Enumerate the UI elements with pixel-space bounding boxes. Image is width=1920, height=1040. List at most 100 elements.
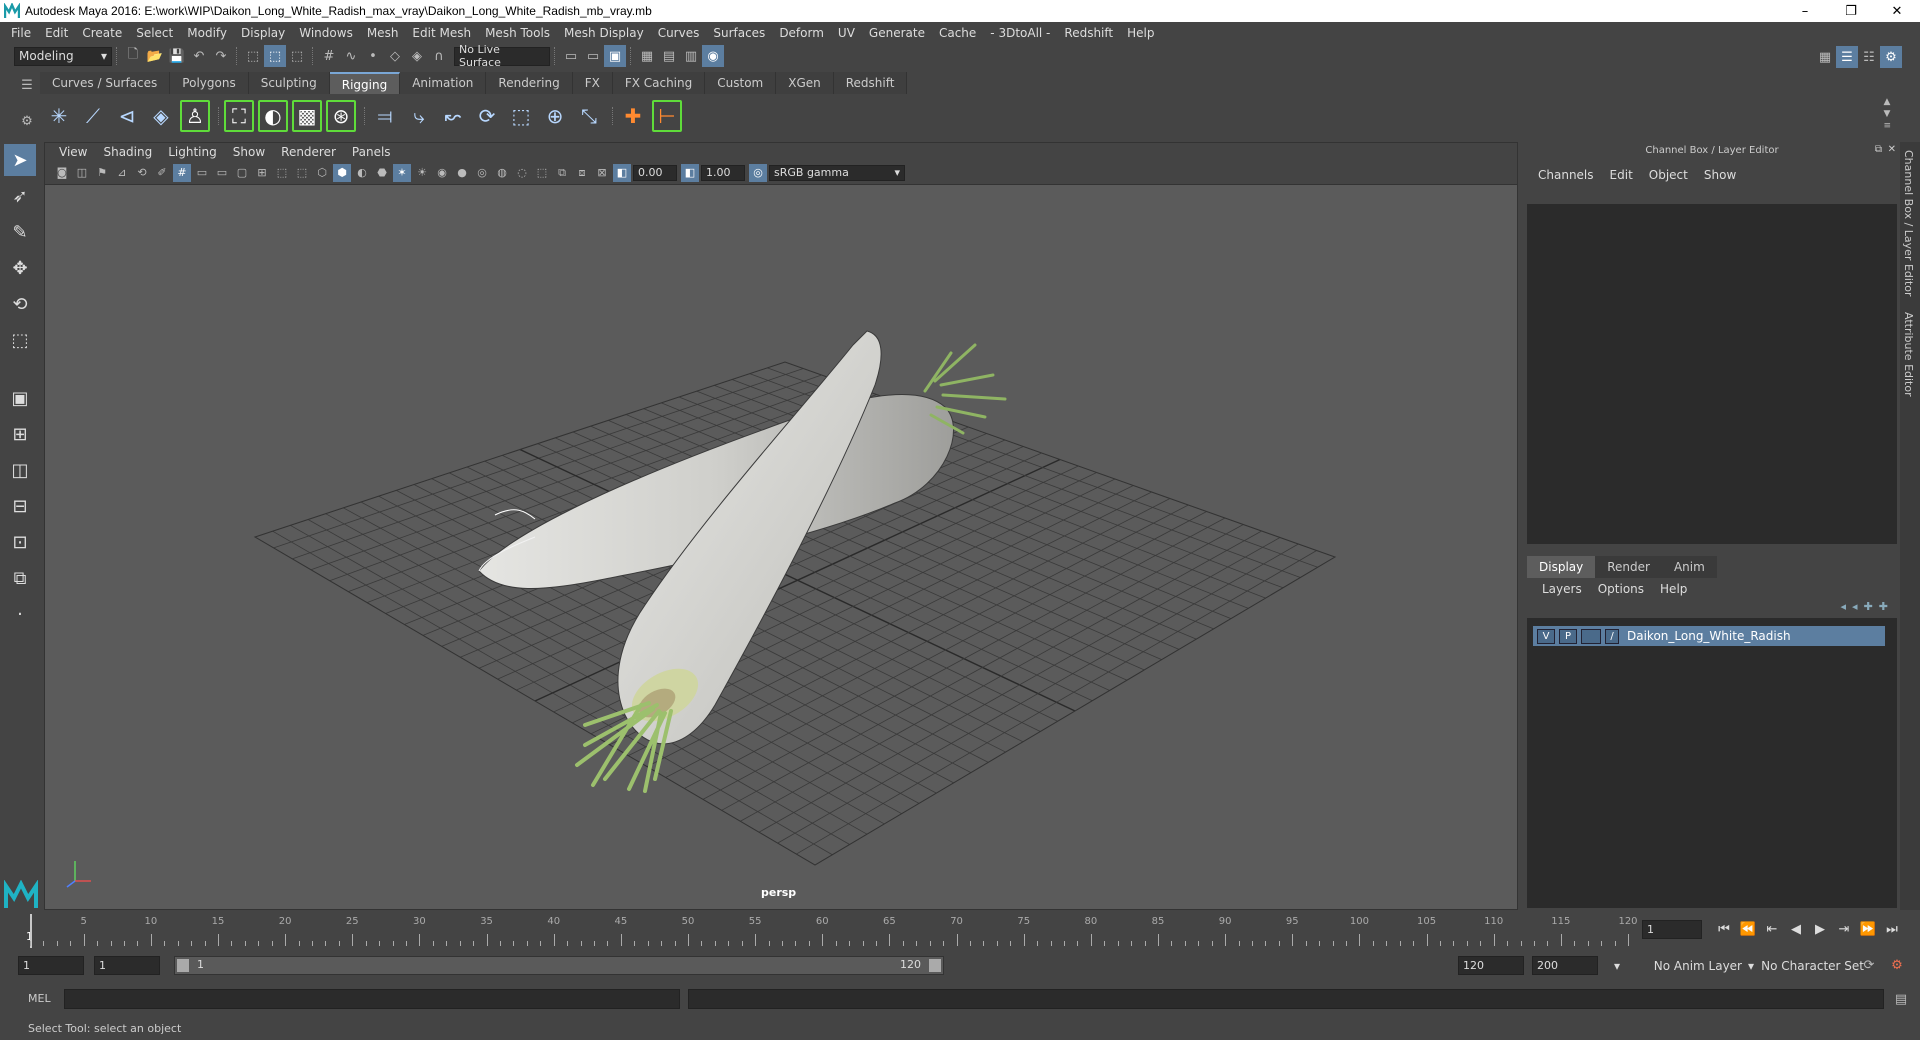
depth-of-field-icon[interactable]: ◌: [513, 164, 531, 182]
bind-skin-icon[interactable]: ⛶: [224, 100, 254, 132]
render-settings-icon[interactable]: ◉: [702, 45, 724, 67]
script-editor-icon[interactable]: ▤: [1890, 988, 1912, 1010]
save-scene-icon[interactable]: 💾: [166, 45, 188, 67]
shelf-menu-icon[interactable]: ☰: [16, 74, 38, 96]
locator-icon[interactable]: ⊕: [540, 100, 570, 132]
channel-box-menu-edit[interactable]: Edit: [1602, 168, 1641, 182]
channel-box-toggle-icon[interactable]: ☰: [1836, 46, 1858, 68]
close-button[interactable]: ✕: [1874, 0, 1920, 22]
move-layer-up-icon[interactable]: ◂: [1841, 600, 1847, 613]
snap-view-icon[interactable]: ◇: [384, 45, 406, 67]
minimize-button[interactable]: –: [1782, 0, 1828, 22]
current-frame-field[interactable]: 1: [1642, 919, 1702, 939]
shelf-tab-fx[interactable]: FX: [572, 72, 613, 94]
layer-tab-display[interactable]: Display: [1527, 556, 1596, 578]
attribute-editor-side-tab[interactable]: Attribute Editor: [1902, 312, 1915, 397]
viewport-menu-renderer[interactable]: Renderer: [273, 145, 344, 159]
human-ik-icon[interactable]: ♙: [180, 100, 210, 132]
input-ops-icon[interactable]: ▭: [560, 45, 582, 67]
redo-icon[interactable]: ↷: [210, 45, 232, 67]
select-component-icon[interactable]: ⬚: [286, 45, 308, 67]
ik-handle-icon[interactable]: ⟋: [78, 100, 108, 132]
resolution-gate-icon[interactable]: ▭: [213, 164, 231, 182]
gamma-icon[interactable]: ◧: [681, 163, 699, 182]
smooth-shade-icon[interactable]: ⬢: [333, 163, 351, 182]
single-layout-icon[interactable]: ▣: [4, 382, 36, 414]
shelf-tab-rendering[interactable]: Rendering: [486, 72, 573, 94]
shelf-scroll[interactable]: ▲ ▼ ≡: [1883, 96, 1891, 132]
layer-visibility-toggle[interactable]: V: [1537, 628, 1555, 644]
layout-icon[interactable]: ▦: [1814, 46, 1836, 68]
layer-menu-layers[interactable]: Layers: [1534, 582, 1590, 596]
undo-icon[interactable]: ↶: [188, 45, 210, 67]
viewport-menu-panels[interactable]: Panels: [344, 145, 399, 159]
scene-end-field[interactable]: 200: [1532, 956, 1598, 975]
step-forward-frame-icon[interactable]: ⇥: [1832, 918, 1856, 940]
layer-row[interactable]: V P / Daikon_Long_White_Radish: [1533, 626, 1885, 646]
shelf-tab-fx-caching[interactable]: FX Caching: [612, 72, 706, 94]
menu-mesh-display[interactable]: Mesh Display: [557, 26, 651, 40]
color-management-icon[interactable]: ◎: [749, 163, 767, 182]
image-plane-icon[interactable]: ⊿: [113, 164, 131, 182]
blend-shape-icon[interactable]: ⫤: [370, 100, 400, 132]
step-back-frame-icon[interactable]: ⇤: [1760, 918, 1784, 940]
hypershade-layout-icon[interactable]: ⧉: [4, 562, 36, 594]
menu-modify[interactable]: Modify: [180, 26, 234, 40]
cluster-icon[interactable]: ⊛: [326, 100, 356, 132]
menu-windows[interactable]: Windows: [292, 26, 360, 40]
viewport-menu-lighting[interactable]: Lighting: [160, 145, 225, 159]
channel-box-menu-show[interactable]: Show: [1696, 168, 1744, 182]
wire-icon[interactable]: ↜: [438, 100, 468, 132]
move-layer-down-icon[interactable]: ◂: [1852, 600, 1858, 613]
persp-outliner-layout-icon[interactable]: ⊟: [4, 490, 36, 522]
paint-select-icon[interactable]: ✎: [4, 216, 36, 248]
menu-cache[interactable]: Cache: [932, 26, 983, 40]
layer-menu-help[interactable]: Help: [1652, 582, 1695, 596]
parent-constraint-icon[interactable]: ✚: [618, 100, 648, 132]
xray-joints-icon[interactable]: ⧉: [553, 164, 571, 182]
viewport-panel[interactable]: View Shading Lighting Show Renderer Panels ◙ …: [44, 142, 1518, 910]
menu-select[interactable]: Select: [129, 26, 180, 40]
backface-icon[interactable]: ⊠: [593, 164, 611, 182]
xray-active-icon[interactable]: ⧈: [573, 164, 591, 182]
2d-pan-icon[interactable]: ⟲: [133, 164, 151, 182]
shelf-tab-custom[interactable]: Custom: [705, 72, 777, 94]
field-chart-icon[interactable]: ⊞: [253, 164, 271, 182]
camera-icon[interactable]: ◙: [53, 164, 71, 182]
character-set-dropdown[interactable]: ▾ No Character Set: [1744, 956, 1868, 975]
shelf-tab-polygons[interactable]: Polygons: [170, 72, 249, 94]
play-backwards-icon[interactable]: ◀: [1784, 918, 1808, 940]
wireframe-on-shaded-icon[interactable]: ◐: [353, 164, 371, 182]
menu-surfaces[interactable]: Surfaces: [706, 26, 772, 40]
menu-redshift[interactable]: Redshift: [1057, 26, 1120, 40]
animation-prefs-icon[interactable]: ⚙: [1886, 954, 1908, 976]
scale-tool-icon[interactable]: ⬚: [4, 324, 36, 356]
scene-start-field[interactable]: 1: [18, 956, 84, 975]
step-back-key-icon[interactable]: ⏪: [1736, 918, 1760, 940]
close-panel-icon[interactable]: ✕: [1888, 144, 1896, 155]
tool-settings-icon[interactable]: ⚙: [1880, 46, 1902, 68]
render-frame-icon[interactable]: ▤: [658, 45, 680, 67]
gate-mask-icon[interactable]: ▢: [233, 164, 251, 182]
menu-3dtoall[interactable]: - 3DtoAll -: [983, 26, 1057, 40]
menu-generate[interactable]: Generate: [862, 26, 932, 40]
snap-curve-icon[interactable]: ∿: [340, 45, 362, 67]
isolate-select-icon[interactable]: ⬚: [533, 164, 551, 182]
playback-end-field[interactable]: 120: [1458, 956, 1524, 975]
orient-joint-icon[interactable]: ◈: [146, 100, 176, 132]
range-handle-right[interactable]: [929, 959, 941, 972]
shelf-tab-curves-surfaces[interactable]: Curves / Surfaces: [40, 72, 171, 94]
safe-action-icon[interactable]: ⬚: [273, 164, 291, 182]
shelf-tab-redshift[interactable]: Redshift: [833, 72, 908, 94]
play-forwards-icon[interactable]: ▶: [1808, 918, 1832, 940]
new-layer-selected-icon[interactable]: ✚: [1879, 600, 1888, 613]
side-by-side-layout-icon[interactable]: ◫: [4, 454, 36, 486]
viewport-menu-shading[interactable]: Shading: [95, 145, 160, 159]
menu-uv[interactable]: UV: [831, 26, 862, 40]
snap-grid-icon[interactable]: #: [318, 45, 340, 67]
xray-icon[interactable]: ◉: [433, 164, 451, 182]
output-ops-icon[interactable]: ▭: [582, 45, 604, 67]
layer-tab-anim[interactable]: Anim: [1661, 556, 1717, 578]
lasso-tool-icon[interactable]: ➶: [4, 180, 36, 212]
mode-dropdown[interactable]: Modeling ▾: [14, 46, 112, 66]
